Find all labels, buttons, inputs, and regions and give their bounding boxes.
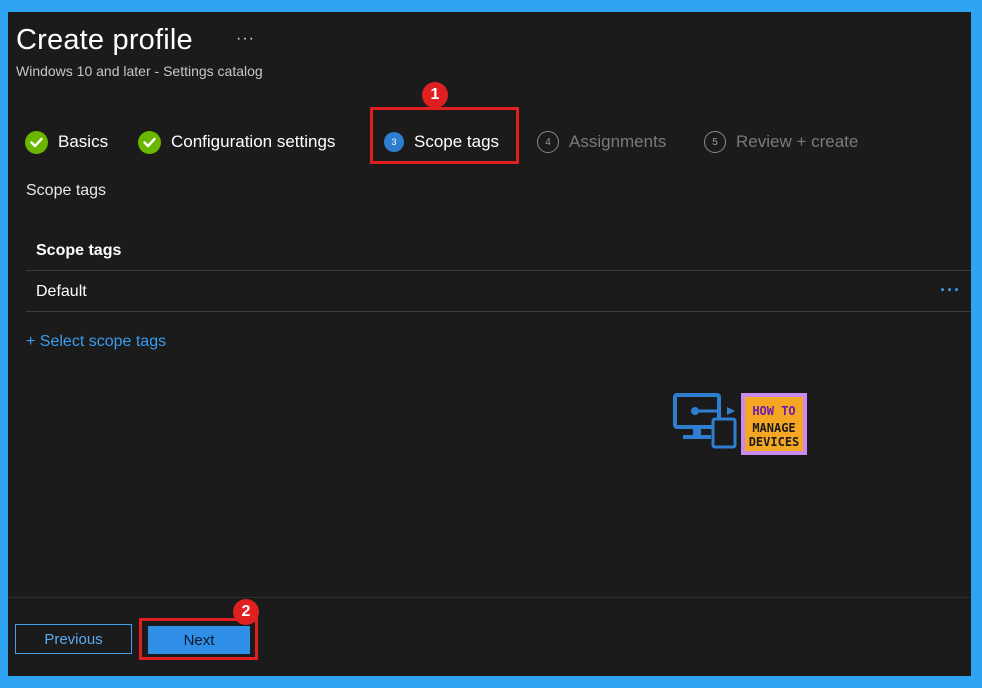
table-row: Default ··· bbox=[26, 272, 971, 312]
select-scope-tags-link[interactable]: + Select scope tags bbox=[26, 333, 166, 351]
previous-button[interactable]: Previous bbox=[15, 624, 132, 654]
step-assignments[interactable]: 4 Assignments bbox=[537, 127, 666, 157]
step-number-badge: 4 bbox=[537, 131, 559, 153]
step-basics[interactable]: Basics bbox=[25, 127, 108, 157]
section-label: Scope tags bbox=[26, 182, 107, 199]
footer-divider bbox=[8, 597, 971, 598]
next-button[interactable]: Next bbox=[148, 626, 250, 654]
step-number-badge: 3 bbox=[384, 132, 404, 152]
more-options-icon[interactable]: ··· bbox=[236, 30, 255, 48]
step-label: Scope tags bbox=[414, 132, 500, 151]
step-scope-tags[interactable]: 3 Scope tags bbox=[384, 127, 499, 157]
table-header: Scope tags bbox=[26, 232, 971, 271]
wizard-steps: Basics Configuration settings 3 Scope ta… bbox=[8, 127, 971, 157]
page-title: Create profile bbox=[16, 24, 193, 56]
create-profile-panel: Create profile ··· Windows 10 and later … bbox=[8, 12, 971, 676]
how-to-manage-devices-logo: HOW TO MANAGE DEVICES bbox=[673, 391, 809, 457]
check-icon bbox=[138, 130, 161, 154]
logo-line-3: DEVICES bbox=[749, 435, 800, 449]
check-icon bbox=[25, 130, 48, 154]
row-more-options-icon[interactable]: ··· bbox=[940, 281, 961, 299]
annotation-badge-1: 1 bbox=[422, 82, 448, 108]
step-label: Basics bbox=[58, 132, 109, 151]
step-label: Assignments bbox=[569, 132, 667, 151]
page-subtitle: Windows 10 and later - Settings catalog bbox=[16, 63, 263, 79]
annotation-badge-2: 2 bbox=[233, 599, 259, 625]
logo-line-2: MANAGE bbox=[752, 421, 795, 435]
scope-tag-name: Default bbox=[36, 282, 87, 300]
step-label: Review + create bbox=[736, 132, 859, 151]
step-configuration-settings[interactable]: Configuration settings bbox=[138, 127, 335, 157]
step-label: Configuration settings bbox=[171, 132, 336, 151]
step-number-badge: 5 bbox=[704, 131, 726, 153]
step-review-create[interactable]: 5 Review + create bbox=[704, 127, 858, 157]
logo-line-1: HOW TO bbox=[752, 404, 795, 418]
